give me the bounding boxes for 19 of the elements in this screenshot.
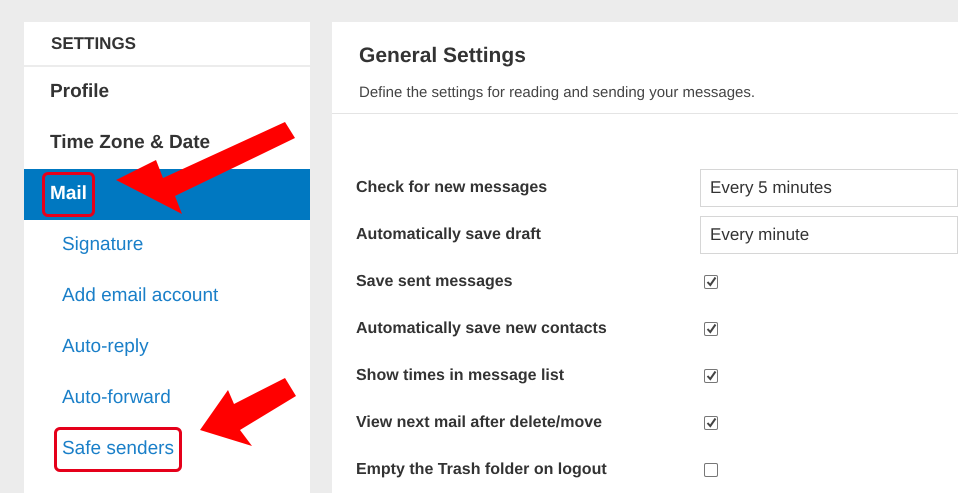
checkbox[interactable] [704, 368, 718, 382]
checkbox[interactable] [704, 322, 718, 336]
checkbox[interactable] [704, 462, 718, 476]
select-field[interactable]: Every 5 minutes [700, 168, 958, 206]
setting-label: Empty the Trash folder on logout [356, 460, 608, 480]
checkbox[interactable] [704, 416, 718, 430]
page-title: General Settings [359, 43, 526, 69]
sidebar-heading: SETTINGS [51, 32, 136, 55]
setting-label: Check for new messages [356, 178, 548, 198]
highlight-box: Safe senders [54, 427, 182, 472]
checkbox[interactable] [704, 274, 718, 288]
select-field[interactable]: Every minute [700, 216, 958, 254]
highlight-box: Mail [42, 172, 95, 217]
setting-label: Save sent messages [356, 272, 514, 292]
setting-label: Automatically save new contacts [356, 318, 608, 338]
setting-label: Show times in message list [356, 366, 566, 386]
setting-label: Automatically save draft [356, 224, 542, 244]
page-description: Define the settings for reading and sending your messages. [359, 82, 756, 102]
setting-label: View next mail after delete/move [356, 412, 604, 432]
